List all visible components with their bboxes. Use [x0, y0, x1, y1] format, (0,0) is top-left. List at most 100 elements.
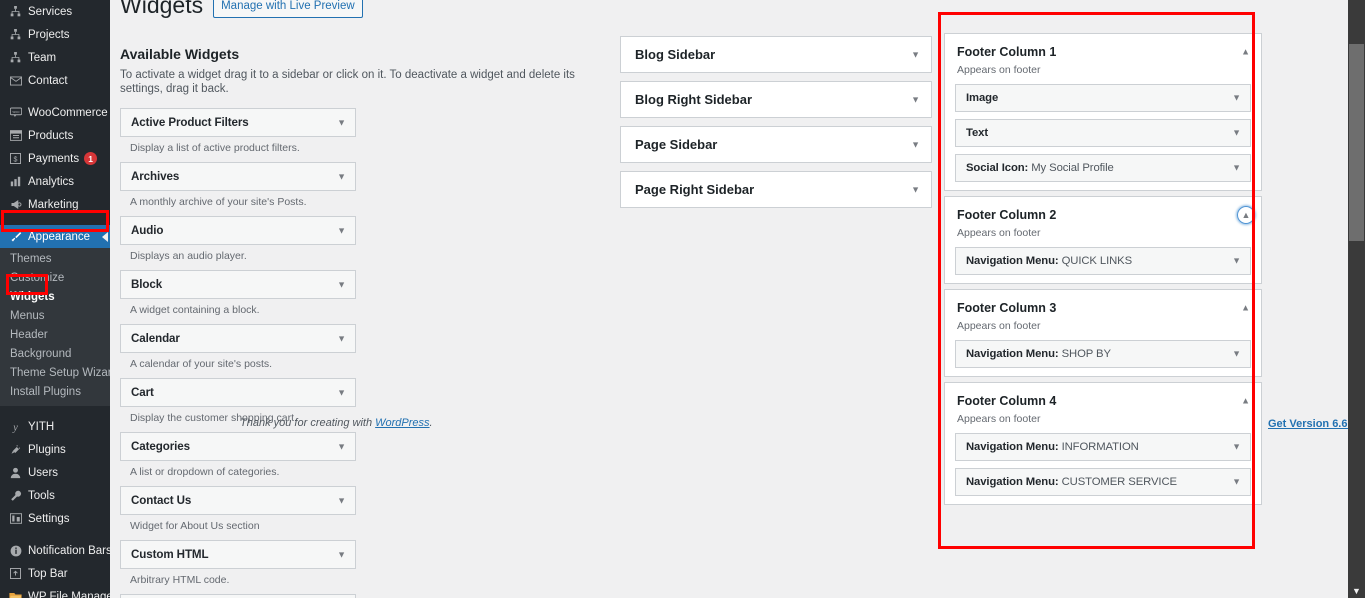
available-widget-cell: Filter Products by Attribute▼Display a l…	[120, 594, 356, 598]
caret-down-icon[interactable]: ▼	[911, 185, 920, 194]
sidebar-area-page-right-sidebar[interactable]: Page Right Sidebar ▼	[620, 171, 932, 208]
caret-down-icon[interactable]: ▼	[911, 95, 920, 104]
submenu-item-customize[interactable]: Customize	[0, 269, 110, 288]
submenu-item-menus[interactable]: Menus	[0, 307, 110, 326]
assigned-widget[interactable]: Navigation Menu: QUICK LINKS ▼	[955, 247, 1251, 275]
submenu-item-themes[interactable]: Themes	[0, 250, 110, 269]
widget-box[interactable]: Calendar ▼	[120, 324, 356, 353]
assigned-widget[interactable]: Navigation Menu: SHOP BY ▼	[955, 340, 1251, 368]
sidebar-item-products[interactable]: Products	[0, 124, 110, 147]
caret-up-icon[interactable]: ▲	[1241, 396, 1250, 406]
widget-area-body: Navigation Menu: QUICK LINKS ▼	[945, 247, 1261, 283]
caret-down-icon[interactable]: ▼	[1232, 93, 1241, 103]
caret-down-icon[interactable]: ▼	[911, 140, 920, 149]
get-version-link[interactable]: Get Version 6.6.2	[1268, 418, 1357, 430]
widget-box[interactable]: Audio ▼	[120, 216, 356, 245]
caret-down-icon[interactable]: ▼	[337, 172, 346, 181]
widget-box[interactable]: Block ▼	[120, 270, 356, 299]
assigned-widget[interactable]: Navigation Menu: INFORMATION ▼	[955, 433, 1251, 461]
widget-box[interactable]: Custom HTML ▼	[120, 540, 356, 569]
caret-down-icon[interactable]: ▼	[337, 280, 346, 289]
sidebar-item-wp-file-manager[interactable]: WP File Manager	[0, 585, 110, 598]
scrollbar-down-arrow[interactable]: ▼	[1348, 586, 1365, 596]
sidebar-area-blog-right-sidebar[interactable]: Blog Right Sidebar ▼	[620, 81, 932, 118]
main-content: Widgets Manage with Live Preview Availab…	[110, 0, 1365, 598]
available-widget-cell: Contact Us ▼ Widget for About Us section	[120, 486, 356, 540]
sidebar-item-yith[interactable]: y YITH	[0, 415, 110, 438]
submenu-item-header[interactable]: Header	[0, 326, 110, 345]
submenu-item-widgets[interactable]: Widgets	[0, 288, 110, 307]
widget-subtitle: CUSTOMER SERVICE	[1058, 476, 1177, 488]
widget-box[interactable]: Categories ▼	[120, 432, 356, 461]
caret-down-icon[interactable]: ▼	[1232, 349, 1241, 359]
widget-area-header[interactable]: Footer Column 2 ▲	[945, 197, 1261, 233]
caret-up-icon[interactable]: ▲	[1241, 47, 1250, 57]
sidebar-item-settings[interactable]: Settings	[0, 507, 110, 530]
sidebar-item-plugins[interactable]: Plugins	[0, 438, 110, 461]
widget-area-header[interactable]: Footer Column 1 ▲	[945, 34, 1261, 70]
caret-down-icon[interactable]: ▼	[337, 226, 346, 235]
vertical-scrollbar[interactable]: ▼	[1348, 0, 1365, 598]
caret-down-icon[interactable]: ▼	[337, 388, 346, 397]
caret-up-icon[interactable]: ▲	[1241, 303, 1250, 313]
submenu-item-background[interactable]: Background	[0, 345, 110, 364]
widget-box[interactable]: Archives ▼	[120, 162, 356, 191]
scrollbar-thumb[interactable]	[1349, 44, 1364, 241]
sidebar-item-notification-bars[interactable]: Notification Bars	[0, 539, 110, 562]
sidebar-appearance-group: Themes Customize Widgets Menus Header Backgro…	[0, 248, 110, 406]
sidebar-area-page-sidebar[interactable]: Page Sidebar ▼	[620, 126, 932, 163]
caret-down-icon[interactable]: ▼	[1232, 128, 1241, 138]
sidebar-area-blog-sidebar[interactable]: Blog Sidebar ▼	[620, 36, 932, 73]
assigned-widget[interactable]: Image ▼	[955, 84, 1251, 112]
widget-area-header[interactable]: Footer Column 4 ▲	[945, 383, 1261, 419]
caret-down-icon[interactable]: ▼	[337, 442, 346, 451]
sidebar-item-marketing[interactable]: Marketing	[0, 193, 110, 216]
caret-down-icon[interactable]: ▼	[1232, 477, 1241, 487]
caret-down-icon[interactable]: ▼	[337, 334, 346, 343]
widget-box[interactable]: Contact Us ▼	[120, 486, 356, 515]
sidebar-item-analytics[interactable]: Analytics	[0, 170, 110, 193]
widget-box[interactable]: Cart ▼	[120, 378, 356, 407]
sidebar-item-payments[interactable]: $ Payments 1	[0, 147, 110, 170]
widget-area-header[interactable]: Footer Column 3 ▲	[945, 290, 1261, 326]
payments-icon: $	[7, 153, 24, 164]
assigned-widget[interactable]: Text ▼	[955, 119, 1251, 147]
wordpress-link[interactable]: WordPress	[375, 417, 429, 429]
widget-title: Archives	[131, 170, 180, 183]
assigned-widget[interactable]: Social Icon: My Social Profile ▼	[955, 154, 1251, 182]
widget-box[interactable]: Active Product Filters ▼	[120, 108, 356, 137]
widget-title: Text	[966, 127, 988, 139]
sidebar-item-label: Plugins	[28, 443, 66, 456]
caret-down-icon[interactable]: ▼	[337, 496, 346, 505]
sidebar-item-users[interactable]: Users	[0, 461, 110, 484]
submenu-item-theme-setup-wizard[interactable]: Theme Setup Wizard	[0, 364, 110, 383]
folder-icon	[7, 591, 24, 598]
caret-down-icon[interactable]: ▼	[1232, 163, 1241, 173]
widget-title: Active Product Filters	[131, 116, 249, 129]
sidebar-item-appearance[interactable]: Appearance	[0, 225, 110, 248]
caret-down-icon[interactable]: ▼	[1232, 256, 1241, 266]
caret-up-icon[interactable]: ▲	[1237, 206, 1255, 224]
sidebar-item-contact[interactable]: Contact	[0, 69, 110, 92]
caret-down-icon[interactable]: ▼	[1232, 442, 1241, 452]
sidebar-item-services[interactable]: Services	[0, 0, 110, 23]
assigned-widget[interactable]: Navigation Menu: CUSTOMER SERVICE ▼	[955, 468, 1251, 496]
widget-title: Navigation Menu: INFORMATION	[966, 441, 1139, 453]
sidebar-item-woocommerce[interactable]: woo WooCommerce	[0, 101, 110, 124]
caret-down-icon[interactable]: ▼	[911, 50, 920, 59]
caret-down-icon[interactable]: ▼	[337, 550, 346, 559]
submenu-item-install-plugins[interactable]: Install Plugins	[0, 383, 110, 402]
widget-subtitle: QUICK LINKS	[1058, 255, 1133, 267]
sidebar-item-label: WooCommerce	[28, 106, 108, 119]
sidebar-menu-bottom: y YITH Plugins Users Tools Settings Notificati…	[0, 406, 110, 598]
caret-down-icon[interactable]: ▼	[337, 118, 346, 127]
sidebars-middle-column: Blog Sidebar ▼ Blog Right Sidebar ▼ Page Sid…	[602, 18, 932, 216]
sidebar-item-top-bar[interactable]: Top Bar	[0, 562, 110, 585]
sidebar-item-team[interactable]: Team	[0, 46, 110, 69]
manage-live-preview-button[interactable]: Manage with Live Preview	[213, 0, 363, 18]
available-widgets-description: To activate a widget drag it to a sideba…	[120, 69, 575, 95]
sidebar-item-tools[interactable]: Tools	[0, 484, 110, 507]
widget-box[interactable]: Filter Products by Attribute▼	[120, 594, 356, 598]
sidebar-item-projects[interactable]: Projects	[0, 23, 110, 46]
sidebar-item-label: Projects	[28, 28, 70, 41]
